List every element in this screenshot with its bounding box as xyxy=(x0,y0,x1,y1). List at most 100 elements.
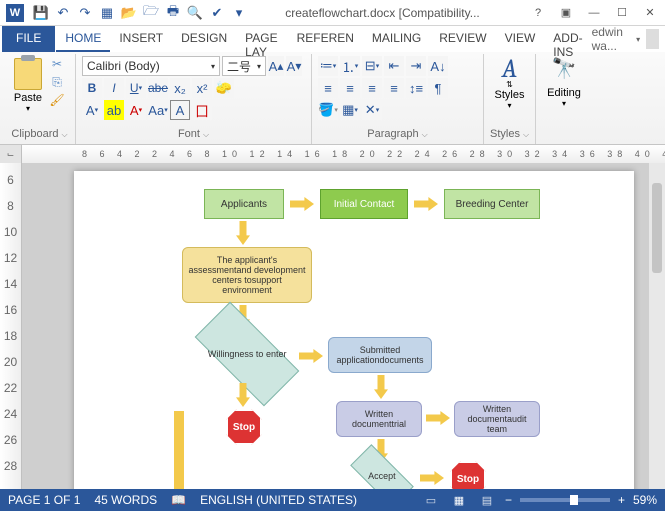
italic-icon[interactable]: I xyxy=(104,78,124,98)
redo-icon[interactable]: ↷ xyxy=(76,4,94,22)
cut-icon[interactable]: ✂ xyxy=(48,56,66,72)
scrollbar-vertical[interactable] xyxy=(649,163,665,489)
align-center-icon[interactable]: ≡ xyxy=(340,78,360,98)
status-lang[interactable]: ENGLISH (UNITED STATES) xyxy=(200,493,357,507)
show-marks-icon[interactable]: ¶ xyxy=(428,78,448,98)
dec-indent-icon[interactable]: ⇤ xyxy=(384,56,404,76)
tab-home[interactable]: HOME xyxy=(56,26,110,52)
grow-font-icon[interactable]: A▴ xyxy=(268,56,284,76)
arrow-icon xyxy=(414,197,438,211)
shrink-font-icon[interactable]: A▾ xyxy=(286,56,302,76)
zoom-out-icon[interactable]: − xyxy=(505,493,512,507)
multilevel-icon[interactable]: ⊟▾ xyxy=(362,56,382,76)
shape-submitted[interactable]: Submitted applicationdocuments xyxy=(328,337,432,373)
open-icon[interactable]: 📂 xyxy=(120,4,138,22)
font-name-combo[interactable]: Calibri (Body)▾ xyxy=(82,56,220,76)
numbering-icon[interactable]: ⒈▾ xyxy=(340,56,360,76)
shape-assess[interactable]: The applicant's assessmentand developmen… xyxy=(182,247,312,303)
tab-addins[interactable]: ADD-INS xyxy=(544,26,591,52)
styles-button[interactable]: A ⇅ Styles ▾ xyxy=(490,56,529,110)
tab-file[interactable]: FILE xyxy=(2,26,55,52)
title-bar: W 💾 ↶ ↷ ▦ 📂 🗁 🖶 🔍 ✔ ▾ createflowchart.do… xyxy=(0,0,665,26)
borders-icon[interactable]: ▦▾ xyxy=(340,100,360,120)
arrow-icon xyxy=(426,411,450,425)
undo-icon[interactable]: ↶ xyxy=(54,4,72,22)
font-color-icon[interactable]: A▾ xyxy=(126,100,146,120)
tab-mailing[interactable]: MAILING xyxy=(363,26,430,52)
ribbon-tabs: FILE HOME INSERT DESIGN PAGE LAY REFEREN… xyxy=(0,26,665,52)
highlight-icon[interactable]: ab xyxy=(104,100,124,120)
document-canvas[interactable]: Applicants Initial Contact Breeding Cent… xyxy=(22,163,665,489)
sort-icon[interactable]: A↓ xyxy=(428,56,448,76)
font-size-combo[interactable]: 二号▾ xyxy=(222,56,266,76)
zoom-slider[interactable] xyxy=(520,498,610,502)
shape-breeding[interactable]: Breeding Center xyxy=(444,189,540,219)
read-mode-icon[interactable]: ▭ xyxy=(421,493,441,507)
clear-format-icon[interactable]: 🧽 xyxy=(214,78,234,98)
web-layout-icon[interactable]: ▤ xyxy=(477,493,497,507)
copy-icon[interactable]: ⎘ xyxy=(48,74,66,90)
phonetic-icon[interactable]: 囗 xyxy=(192,100,212,120)
tab-references[interactable]: REFEREN xyxy=(288,26,363,52)
shape-written-trial[interactable]: Written documenttrial xyxy=(336,401,422,437)
subscript-icon[interactable]: x₂ xyxy=(170,78,190,98)
ruler-h-scale[interactable]: 8 6 4 2 2 4 6 8 10 12 14 16 18 20 22 24 … xyxy=(22,145,665,163)
align-right-icon[interactable]: ≡ xyxy=(362,78,382,98)
ruler-vertical[interactable]: 6810121416182022242628 xyxy=(0,163,22,489)
maximize-icon[interactable]: ☐ xyxy=(609,4,635,22)
save-icon[interactable]: 💾 xyxy=(32,4,50,22)
user-area[interactable]: edwin wa... ▾ xyxy=(592,26,665,52)
print-icon[interactable]: 🖶 xyxy=(164,4,182,22)
shape-applicants[interactable]: Applicants xyxy=(204,189,284,219)
user-dropdown-icon[interactable]: ▾ xyxy=(636,35,640,44)
shading-icon[interactable]: 🪣▾ xyxy=(318,100,338,120)
new-icon[interactable]: ▦ xyxy=(98,4,116,22)
ruler-horizontal: ⌙ 8 6 4 2 2 4 6 8 10 12 14 16 18 20 22 2… xyxy=(0,145,665,163)
styles-icon: A xyxy=(502,56,517,82)
editing-button[interactable]: 🔭 Editing ▾ xyxy=(542,56,586,108)
help-icon[interactable]: ? xyxy=(525,4,551,22)
proofing-icon[interactable]: 📖 xyxy=(171,493,186,507)
zoom-level[interactable]: 59% xyxy=(633,493,657,507)
tab-view[interactable]: VIEW xyxy=(496,26,545,52)
superscript-icon[interactable]: x² xyxy=(192,78,212,98)
preview-icon[interactable]: 🔍 xyxy=(186,4,204,22)
strike-icon[interactable]: abe xyxy=(148,78,168,98)
ruler-corner[interactable]: ⌙ xyxy=(0,145,22,163)
line-spacing-icon[interactable]: ↕≡ xyxy=(406,78,426,98)
inc-indent-icon[interactable]: ⇥ xyxy=(406,56,426,76)
char-border-icon[interactable]: A xyxy=(170,100,190,120)
status-words[interactable]: 45 WORDS xyxy=(94,493,157,507)
status-page[interactable]: PAGE 1 OF 1 xyxy=(8,493,80,507)
zoom-in-icon[interactable]: + xyxy=(618,493,625,507)
format-painter-icon[interactable]: 🖌 xyxy=(48,92,66,108)
shape-willing[interactable]: Willingness to enter xyxy=(195,302,300,407)
underline-icon[interactable]: U▾ xyxy=(126,78,146,98)
bullets-icon[interactable]: ≔▾ xyxy=(318,56,338,76)
qat-dropdown-icon[interactable]: ▾ xyxy=(230,4,248,22)
ribbon-opts-icon[interactable]: ▣ xyxy=(553,4,579,22)
tab-design[interactable]: DESIGN xyxy=(172,26,236,52)
shape-stop-2[interactable]: Stop xyxy=(450,461,486,489)
print-layout-icon[interactable]: ▦ xyxy=(449,493,469,507)
asian-layout-icon[interactable]: ✕▾ xyxy=(362,100,382,120)
avatar[interactable] xyxy=(646,29,659,49)
tab-insert[interactable]: INSERT xyxy=(110,26,172,52)
change-case-icon[interactable]: Aa▾ xyxy=(148,100,168,120)
shape-written-audit[interactable]: Written documentaudit team xyxy=(454,401,540,437)
shape-initial[interactable]: Initial Contact xyxy=(320,189,408,219)
align-left-icon[interactable]: ≡ xyxy=(318,78,338,98)
arrow-curve-icon xyxy=(174,411,254,489)
minimize-icon[interactable]: — xyxy=(581,4,607,22)
styles-label: Styles xyxy=(490,128,529,142)
justify-icon[interactable]: ≡ xyxy=(384,78,404,98)
text-effects-icon[interactable]: A▾ xyxy=(82,100,102,120)
close-icon[interactable]: ✕ xyxy=(637,4,663,22)
open2-icon[interactable]: 🗁 xyxy=(142,4,160,22)
spelling-icon[interactable]: ✔ xyxy=(208,4,226,22)
tab-review[interactable]: REVIEW xyxy=(430,26,495,52)
arrow-icon xyxy=(420,471,444,485)
bold-icon[interactable]: B xyxy=(82,78,102,98)
tab-pagelayout[interactable]: PAGE LAY xyxy=(236,26,287,52)
paste-button[interactable]: Paste ▾ xyxy=(10,56,46,116)
